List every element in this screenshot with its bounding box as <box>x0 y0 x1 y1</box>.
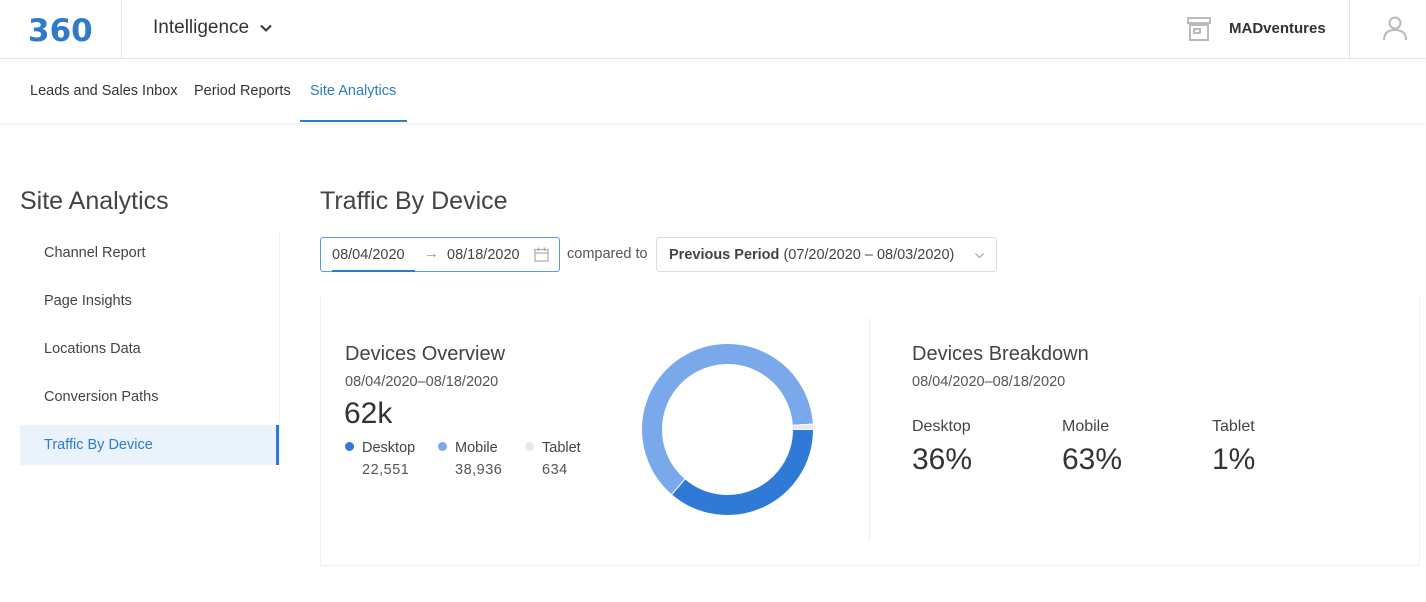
card-divider <box>869 318 870 540</box>
compare-range: (07/20/2020 – 08/03/2020) <box>783 247 955 263</box>
breakdown-pct-mobile: 63% <box>1062 443 1123 476</box>
chevron-down-icon <box>975 253 984 259</box>
sidebar: Channel Report Page Insights Locations D… <box>20 233 280 473</box>
date-range-picker[interactable]: 08/04/2020 → 08/18/2020 <box>320 237 560 272</box>
tab-site-analytics[interactable]: Site Analytics <box>310 59 396 123</box>
legend-value-desktop: 22,551 <box>362 462 410 478</box>
legend-item-desktop: Desktop <box>345 440 415 456</box>
legend-item-mobile: Mobile <box>438 440 498 456</box>
calendar-icon[interactable] <box>534 247 549 262</box>
header-divider <box>121 0 122 58</box>
store-icon[interactable] <box>1186 16 1212 42</box>
devices-overview-title: Devices Overview <box>345 343 506 365</box>
breakdown-pct-desktop: 36% <box>912 443 973 476</box>
devices-total: 62k <box>344 397 393 430</box>
legend-item-tablet: Tablet <box>525 440 581 456</box>
date-end-input[interactable]: 08/18/2020 <box>447 247 520 263</box>
chevron-down-icon <box>260 24 272 32</box>
date-start-focus-indicator <box>332 270 415 272</box>
devices-overview-date: 08/04/2020–08/18/2020 <box>345 374 499 390</box>
breakdown-label-desktop: Desktop <box>912 418 971 435</box>
breakdown-label-mobile: Mobile <box>1062 418 1110 435</box>
legend-value-mobile: 38,936 <box>455 462 503 478</box>
legend-dot-desktop <box>345 442 354 451</box>
arrow-right-icon: → <box>424 245 439 262</box>
legend-dot-mobile <box>438 442 447 451</box>
account-name[interactable]: MADventures <box>1229 20 1326 37</box>
compare-period-select[interactable]: Previous Period (07/20/2020 – 08/03/2020… <box>656 237 997 272</box>
donut-slice-tablet <box>791 423 815 430</box>
devices-card <box>320 296 1420 566</box>
legend-dot-tablet <box>525 442 534 451</box>
active-tab-indicator <box>300 120 407 122</box>
legend-label: Mobile <box>455 440 498 456</box>
app-switcher[interactable]: Intelligence <box>153 17 273 39</box>
sidebar-title: Site Analytics <box>20 187 169 215</box>
compared-to-label: compared to <box>567 246 648 262</box>
logo-text: 360 <box>28 13 93 46</box>
sidebar-item-traffic-by-device[interactable]: Traffic By Device <box>20 425 279 465</box>
sidebar-item-locations-data[interactable]: Locations Data <box>20 329 279 369</box>
devices-donut-chart <box>641 343 815 516</box>
date-start-input[interactable]: 08/04/2020 <box>332 247 405 263</box>
sidebar-item-conversion-paths[interactable]: Conversion Paths <box>20 377 279 417</box>
top-bar: 360 Intelligence MADventures <box>0 0 1426 59</box>
logo-360-icon[interactable]: 360 <box>28 12 94 46</box>
legend-label: Tablet <box>542 440 581 456</box>
tab-leads-and-sales-inbox[interactable]: Leads and Sales Inbox <box>30 59 178 123</box>
donut-slice-desktop <box>670 429 815 516</box>
legend-label: Desktop <box>362 440 416 456</box>
header-divider <box>1349 0 1350 58</box>
user-icon[interactable] <box>1381 14 1409 42</box>
devices-breakdown-date: 08/04/2020–08/18/2020 <box>912 374 1066 390</box>
tab-period-reports[interactable]: Period Reports <box>194 59 291 123</box>
devices-breakdown-title: Devices Breakdown <box>912 343 1089 365</box>
legend-value-tablet: 634 <box>542 462 568 478</box>
compare-period-value: Previous Period (07/20/2020 – 08/03/2020… <box>669 247 954 263</box>
app-name: Intelligence <box>153 17 250 38</box>
sidebar-item-channel-report[interactable]: Channel Report <box>20 233 279 273</box>
compare-option: Previous Period <box>669 247 780 263</box>
breakdown-label-tablet: Tablet <box>1212 418 1255 435</box>
breakdown-pct-tablet: 1% <box>1212 443 1256 476</box>
nav-bar: Leads and Sales Inbox Period Reports Sit… <box>0 59 1426 123</box>
page-title: Traffic By Device <box>320 187 508 215</box>
sidebar-item-page-insights[interactable]: Page Insights <box>20 281 279 321</box>
